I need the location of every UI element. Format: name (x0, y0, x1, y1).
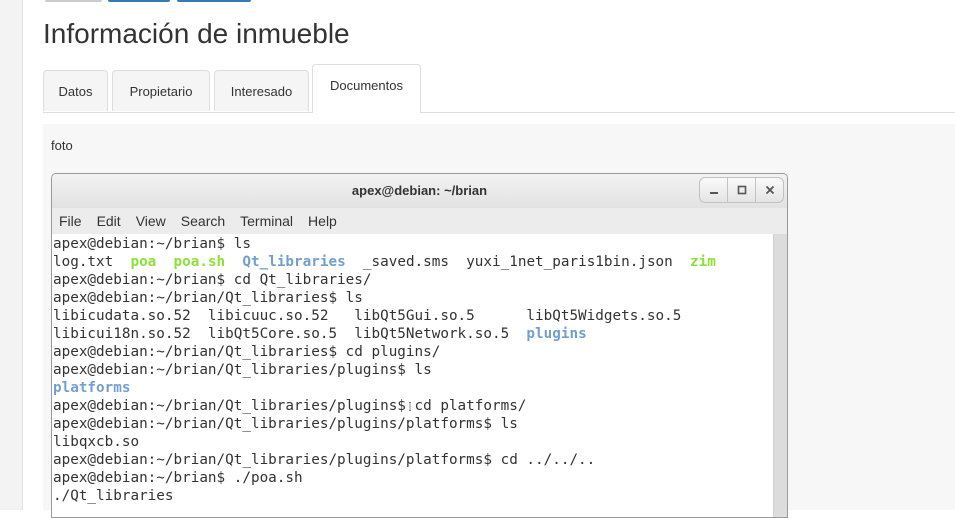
terminal-text: apex@debian:~/brian$ ./poa.sh (53, 470, 303, 486)
tab-datos-label: Datos (58, 83, 93, 99)
terminal-line: apex@debian:~/brian/Qt_libraries$ cd plu… (53, 343, 774, 361)
window-controls (699, 177, 784, 203)
terminal-text: libicui18n.so.52 libQt5Core.so.5 libQt5N… (53, 326, 527, 342)
text-cursor-icon (409, 402, 411, 411)
foto-label: foto (51, 138, 73, 153)
terminal-line: apex@debian:~/brian$ ls (53, 235, 774, 253)
terminal-text: _saved.sms yuxi_1net_paris1bin.json (345, 254, 690, 270)
terminal-scrollbar[interactable] (773, 234, 787, 517)
terminal-line: platforms (53, 379, 774, 397)
terminal-line: libicui18n.so.52 libQt5Core.so.5 libQt5N… (53, 325, 774, 343)
minimize-icon[interactable] (699, 177, 728, 203)
terminal-text: libicudata.so.52 libicuuc.so.52 libQt5Gu… (53, 308, 682, 324)
terminal-text: apex@debian:~/brian/Qt_libraries/plugins… (53, 362, 432, 378)
terminal-line: log.txt poa poa.sh Qt_libraries _saved.s… (53, 253, 774, 271)
executable-entry: poa (130, 254, 157, 270)
menu-view[interactable]: View (136, 213, 166, 229)
terminal-text: libqxcb.so (53, 434, 140, 450)
menu-terminal[interactable]: Terminal (240, 213, 293, 229)
terminal-line: apex@debian:~/brian/Qt_libraries/plugins… (53, 451, 774, 469)
terminal-text: apex@debian:~/brian$ ls (53, 236, 251, 252)
terminal-text: apex@debian:~/brian/Qt_libraries$ ls (53, 290, 363, 306)
terminal-line: apex@debian:~/brian/Qt_libraries/plugins… (53, 361, 774, 379)
terminal-text: apex@debian:~/brian/Qt_libraries/plugins… (53, 452, 596, 468)
top-button-primary-2[interactable] (177, 0, 251, 2)
terminal-window[interactable]: apex@debian: ~/brian File Edit View Sear… (51, 173, 788, 518)
terminal-text: log.txt (53, 254, 131, 270)
tab-propietario[interactable]: Propietario (112, 70, 210, 111)
terminal-line: libicudata.so.52 libicuuc.so.52 libQt5Gu… (53, 307, 774, 325)
terminal-line: libqxcb.so (53, 433, 774, 451)
menu-file[interactable]: File (59, 213, 82, 229)
terminal-menubar: File Edit View Search Terminal Help (52, 208, 787, 234)
directory-entry: platforms (53, 380, 131, 396)
maximize-icon[interactable] (727, 177, 756, 203)
top-button-primary-1[interactable] (108, 0, 170, 2)
terminal-line: apex@debian:~/brian/Qt_libraries/plugins… (53, 415, 774, 433)
terminal-text: apex@debian:~/brian/Qt_libraries/plugins… (53, 416, 518, 432)
tab-documentos-label: Documentos (330, 77, 403, 93)
terminal-output[interactable]: apex@debian:~/brian$ ls log.txt poa poa.s… (52, 234, 774, 517)
tab-interesado[interactable]: Interesado (214, 70, 309, 111)
tab-bar: Datos Propietario Interesado Documentos (43, 64, 955, 113)
terminal-line: apex@debian:~/brian/Qt_libraries/plugins… (53, 397, 774, 415)
terminal-titlebar[interactable]: apex@debian: ~/brian (52, 174, 787, 208)
close-icon[interactable] (755, 177, 784, 203)
menu-search[interactable]: Search (181, 213, 225, 229)
tab-datos[interactable]: Datos (43, 70, 108, 111)
terminal-text: ./Qt_libraries (53, 488, 174, 504)
terminal-line: apex@debian:~/brian/Qt_libraries$ ls (53, 289, 774, 307)
terminal-text: apex@debian:~/brian$ cd Qt_libraries/ (53, 272, 372, 288)
executable-entry: poa.sh (173, 254, 226, 270)
menu-edit[interactable]: Edit (97, 213, 121, 229)
terminal-line: apex@debian:~/brian$ ./poa.sh (53, 469, 774, 487)
terminal-title: apex@debian: ~/brian (351, 183, 488, 198)
terminal-line: ./Qt_libraries (53, 487, 774, 505)
terminal-line: apex@debian:~/brian$ cd Qt_libraries/ (53, 271, 774, 289)
top-button-default[interactable] (45, 0, 102, 2)
page-title: Información de inmueble (43, 18, 350, 49)
directory-entry: Qt_libraries (242, 254, 346, 270)
tab-documentos[interactable]: Documentos (312, 64, 421, 113)
tab-propietario-label: Propietario (129, 83, 193, 99)
executable-entry: zim (690, 254, 716, 270)
terminal-text: apex@debian:~/brian/Qt_libraries/plugins… (53, 398, 527, 414)
directory-entry: plugins (526, 326, 587, 342)
left-sidebar-edge (0, 0, 23, 510)
tab-interesado-label: Interesado (230, 83, 293, 99)
terminal-text: apex@debian:~/brian/Qt_libraries$ cd plu… (53, 344, 441, 360)
menu-help[interactable]: Help (308, 213, 337, 229)
